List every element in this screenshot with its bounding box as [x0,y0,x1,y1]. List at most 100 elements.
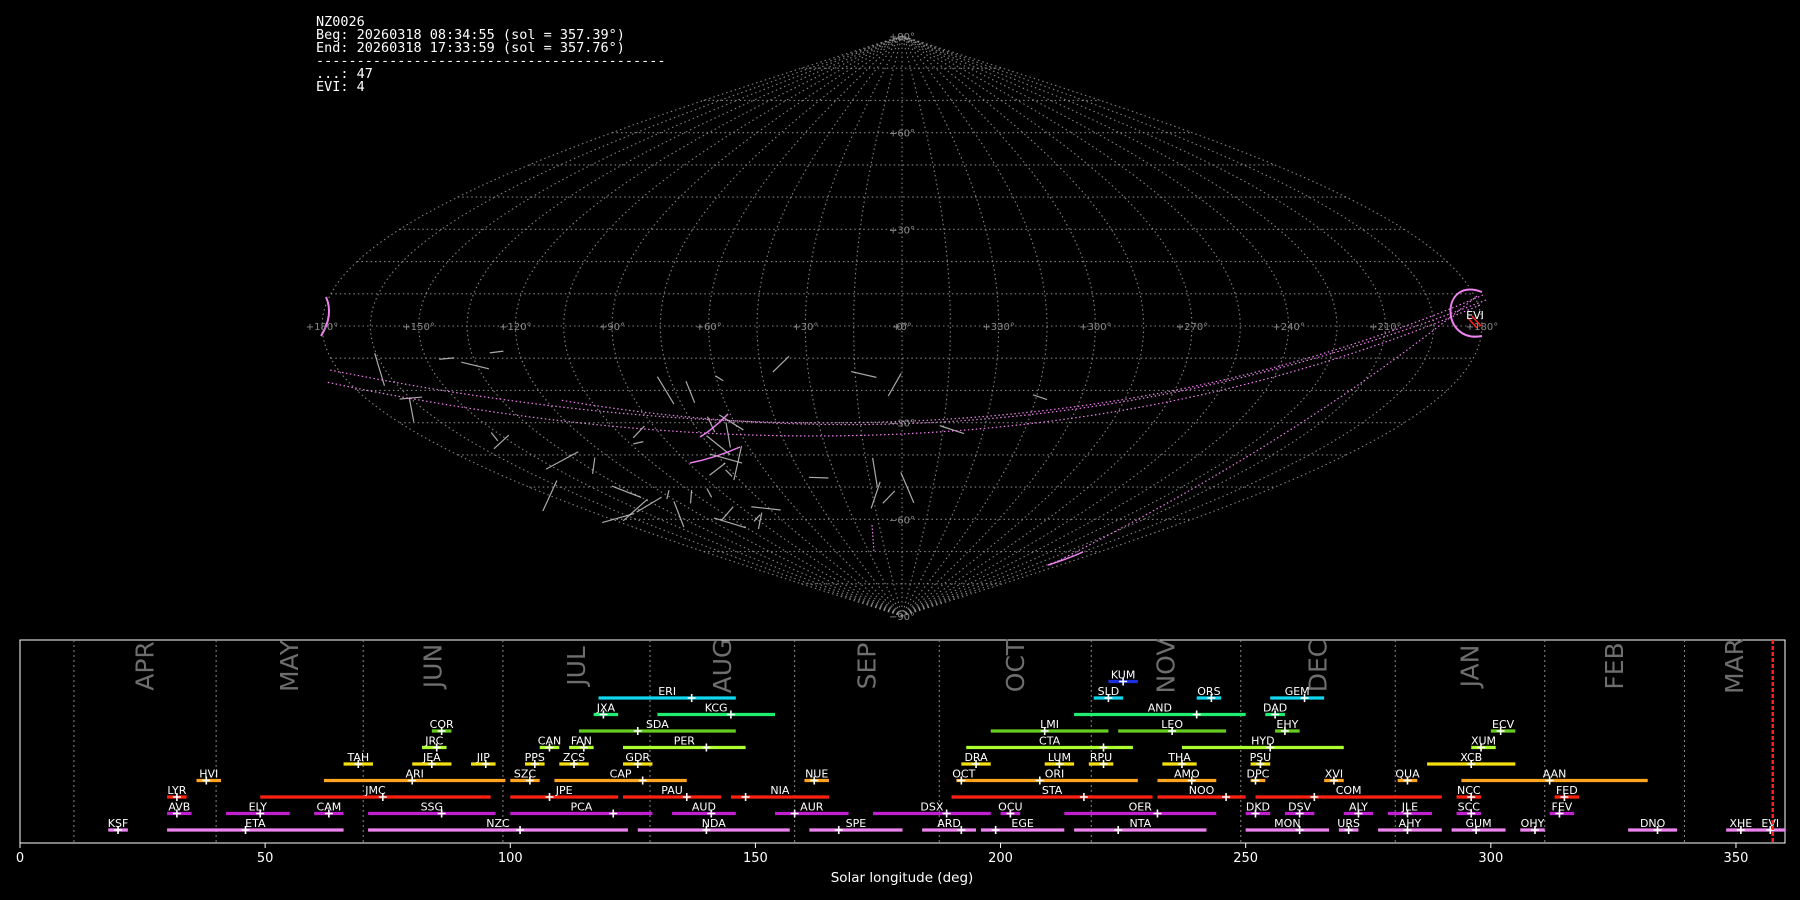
shower-label-oer: OER [1129,801,1153,814]
evi-track [699,413,729,438]
shower-label-urs: URS [1337,817,1360,830]
longitude-label: +180° [1466,322,1498,333]
shower-label-cam: CAM [317,801,342,814]
shower-peak-per [702,743,711,752]
shower-label-cap: CAP [610,768,632,781]
shower-label-lmi: LMI [1040,718,1059,731]
shower-label-jpe: JPE [555,784,573,797]
shower-peak-jea [427,760,436,768]
shower-peak-sda [633,727,642,735]
shower-label-xum: XUM [1471,735,1496,748]
shower-peak-spe [834,826,843,834]
evi-label: EVI [1466,309,1484,322]
sporadic-track [439,357,455,360]
shower-peak-and [1192,710,1201,719]
x-axis-label: Solar longitude (deg) [831,870,974,886]
shower-peak-noo [1222,793,1231,801]
evi-track [559,299,1487,426]
shower-peak-nda [702,826,711,834]
shower-label-ahy: AHY [1399,817,1422,830]
shower-peak-pau [682,793,691,801]
longitude-label: +330° [982,322,1014,333]
sporadic-track [633,441,644,445]
sporadic-track [685,381,696,404]
longitude-label: +90° [599,322,625,333]
shower-label-jea: JEA [422,751,441,764]
shower-peak-ors [1207,694,1216,702]
shower-label-tha: THA [1167,751,1191,764]
shower-peak-dsv [1295,809,1304,818]
longitude-label: +30° [792,322,818,333]
shower-peak-qua [1403,776,1412,785]
shower-peak-aud [707,809,716,818]
x-tick-label: 50 [257,851,274,866]
longitude-label: +60° [696,322,722,333]
sporadic-track [489,350,504,354]
sporadic-track [408,397,415,422]
shower-peak-lum [1055,760,1064,768]
sky-map: EVI +90°+60°+30°0°−30°−60°−90°+180° +150°… [306,32,1498,623]
shower-label-nda: NDA [702,817,727,830]
shower-label-dno: DNO [1640,817,1666,830]
sporadic-track [939,425,965,435]
shower-peak-ocu [1006,809,1015,818]
shower-peak-nta [1114,826,1123,834]
shower-peak-jmc [378,793,387,801]
shower-label-jmc: JMC [364,784,386,797]
shower-peak-fed [1560,793,1569,801]
latitude-label: −60° [889,515,915,526]
shower-label-lum: LUM [1048,751,1071,764]
shower-label-eri: ERI [658,685,676,698]
shower-peak-ssg [437,809,446,818]
sporadic-track [709,453,743,464]
shower-peak-ncc [1467,793,1476,801]
sporadic-track [689,489,693,504]
shower-label-tah: TAH [346,751,369,764]
sporadic-track [636,496,662,513]
month-label: SEP [852,643,881,690]
shower-peak-ehy [1280,727,1289,735]
shower-label-avb: AVB [168,801,190,814]
latitude-label: −90° [889,612,915,623]
x-tick-label: 150 [743,851,768,866]
shower-label-jrc: JRC [424,735,443,748]
shower-label-aud: AUD [692,801,716,814]
shower-label-cta: CTA [1039,735,1061,748]
shower-peak-leo [1168,727,1177,735]
longitude-label: +300° [1079,322,1111,333]
shower-peak-eta [241,826,250,834]
shower-label-oct: OCT [952,768,975,781]
shower-peak-rpu [1099,760,1108,768]
shower-label-jip: JIP [476,751,490,764]
shower-peak-sta [1079,793,1088,801]
longitude-label: +270° [1176,322,1208,333]
shower-label-dsx: DSX [920,801,943,814]
longitude-label: +0° [892,322,912,333]
latitude-label: −30° [889,419,915,430]
shower-label-cor: COR [430,718,454,731]
sporadic-track [602,512,635,524]
shower-label-ocu: OCU [998,801,1022,814]
sporadic-track [887,373,902,397]
shower-peak-dpc [1251,776,1260,785]
shower-label-dkd: DKD [1246,801,1270,814]
shower-peak-oct [957,776,966,785]
month-label: JUL [562,646,591,688]
shower-label-jle: JLE [1401,801,1418,814]
shower-label-ssg: SSG [421,801,444,814]
sporadic-track [666,490,670,500]
sporadic-track [493,434,510,450]
month-label: MAR [1720,638,1749,694]
shower-peak-cta [1099,743,1108,752]
shower-label-pca: PCA [570,801,592,814]
shower-label-ecv: ECV [1492,718,1515,731]
shower-label-fan: FAN [571,735,592,748]
shower-label-ari: ARI [405,768,423,781]
shower-label-ehy: EHY [1276,718,1298,731]
x-tick-label: 0 [16,851,24,866]
shower-peak-ari [408,776,417,785]
shower-label-kum: KUM [1111,669,1135,682]
shower-peak-avb [172,809,181,818]
shower-label-ori: ORI [1045,768,1065,781]
month-bands: APR MAY JUN JUL AUG SEP OCT NOV DEC JAN FEB MAR [73,638,1749,843]
